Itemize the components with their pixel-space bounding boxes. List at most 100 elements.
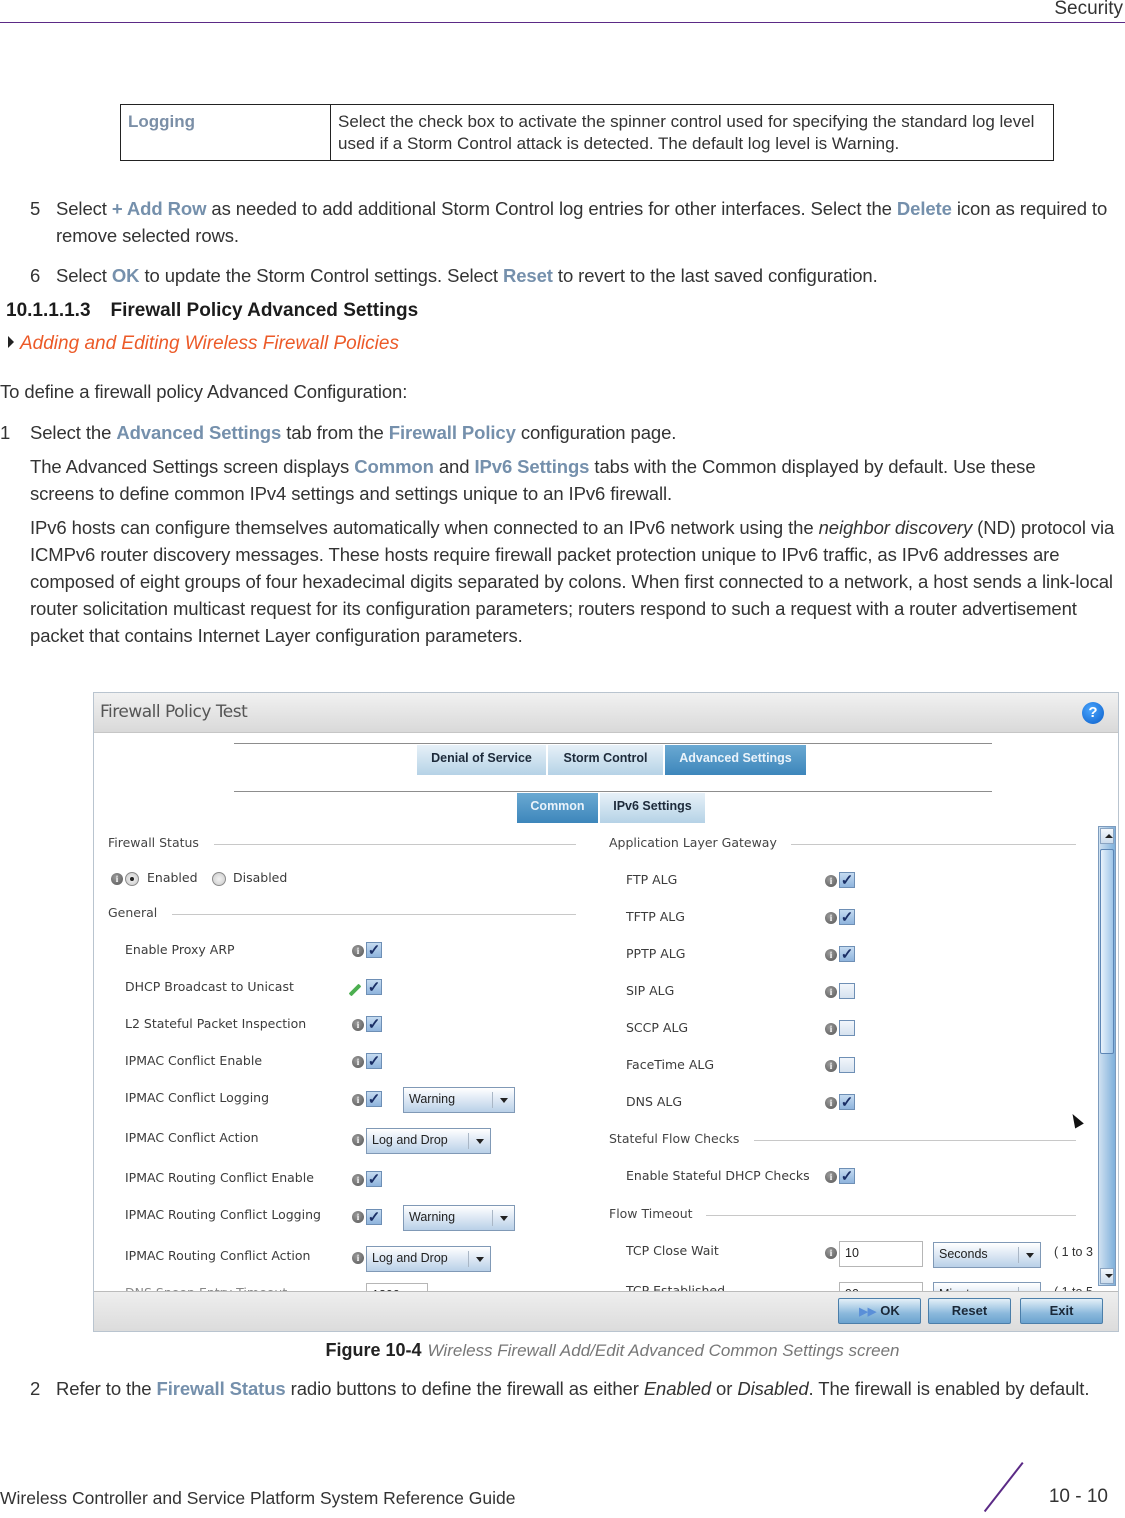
general-row-label: IPMAC Conflict Logging [125, 1090, 270, 1105]
tab-ipv6-settings[interactable]: IPv6 Settings [600, 793, 706, 823]
info-icon[interactable]: i [352, 945, 364, 957]
flow-timeout-legend: Flow Timeout [609, 1206, 693, 1221]
general-row-label: L2 Stateful Packet Inspection [125, 1016, 307, 1031]
general-row-label: DHCP Broadcast to Unicast [125, 979, 294, 994]
tab-denial-of-service[interactable]: Denial of Service [417, 745, 547, 775]
info-icon[interactable]: i [352, 1019, 364, 1031]
tcp-close-wait-unit-select[interactable]: Seconds [933, 1242, 1041, 1268]
radio-enabled-label: Enabled [147, 870, 198, 885]
info-icon[interactable]: i [825, 1171, 837, 1183]
figure-caption: Figure 10-4 Wireless Firewall Add/Edit Ad… [0, 1340, 1125, 1361]
radio-disabled[interactable] [212, 872, 226, 886]
delete-keyword: Delete [896, 198, 952, 219]
legend-rule [214, 844, 576, 845]
stateful-row-label: Enable Stateful DHCP Checks [626, 1168, 810, 1183]
range-hint: ( 1 to 3 [1054, 1245, 1093, 1259]
ipmac-conflict-logging-select[interactable]: Warning [403, 1087, 515, 1113]
tab-storm-control[interactable]: Storm Control [548, 745, 664, 775]
step-6-text: Select OK to update the Storm Control se… [56, 265, 878, 286]
info-icon[interactable]: i [825, 949, 837, 961]
reset-keyword: Reset [502, 265, 553, 286]
figure-caption-text: Wireless Firewall Add/Edit Advanced Comm… [427, 1341, 900, 1360]
info-icon[interactable]: i [352, 1211, 364, 1223]
tab-advanced-settings[interactable]: Advanced Settings [665, 745, 807, 775]
ok-arrow-icon: ▶▶ [859, 1306, 877, 1318]
info-icon[interactable]: i [825, 986, 837, 998]
breadcrumb-link[interactable]: Adding and Editing Wireless Firewall Pol… [20, 333, 399, 354]
info-icon[interactable]: i [352, 1056, 364, 1068]
add-row-keyword: + Add Row [111, 198, 207, 219]
l2-stateful-checkbox[interactable]: ✓ [366, 1016, 382, 1032]
step-1-para-2: IPv6 hosts can configure themselves auto… [30, 517, 1115, 646]
stateful-dhcp-checkbox[interactable]: ✓ [839, 1168, 855, 1184]
facetime-alg-checkbox[interactable] [839, 1057, 855, 1073]
scrollbar-thumb[interactable] [1100, 849, 1114, 1054]
ipmac-routing-conflict-logging-checkbox[interactable]: ✓ [366, 1209, 382, 1225]
dialog-button-bar: ▶▶ OK Reset Exit [94, 1291, 1118, 1331]
ipmac-routing-conflict-action-select[interactable]: Log and Drop [366, 1246, 491, 1272]
pencil-icon[interactable] [348, 983, 362, 997]
subtab-divider [234, 791, 992, 792]
dns-alg-checkbox[interactable]: ✓ [839, 1094, 855, 1110]
section-number: 10.1.1.1.3 [6, 300, 91, 321]
tab-divider [234, 743, 992, 744]
legend-rule [172, 914, 576, 915]
enable-proxy-arp-checkbox[interactable]: ✓ [366, 942, 382, 958]
chevron-down-icon [492, 1092, 514, 1108]
info-icon[interactable]: i [352, 1134, 364, 1146]
tftp-alg-checkbox[interactable]: ✓ [839, 909, 855, 925]
info-icon[interactable]: i [825, 875, 837, 887]
info-icon[interactable]: i [825, 1023, 837, 1035]
scroll-down-icon[interactable] [1100, 1268, 1114, 1284]
info-icon[interactable]: i [825, 1247, 837, 1259]
tab-common[interactable]: Common [517, 793, 599, 823]
ipmac-routing-conflict-enable-checkbox[interactable]: ✓ [366, 1171, 382, 1187]
definition-table: Logging Select the check box to activate… [120, 104, 1054, 161]
tcp-close-wait-input[interactable]: 10 [839, 1241, 923, 1267]
info-icon[interactable]: i [352, 1094, 364, 1106]
step-2-text: Refer to the Firewall Status radio butto… [56, 1378, 1090, 1399]
page-number: 10 - 10 [1048, 1486, 1108, 1507]
flow-row-label: TCP Close Wait [626, 1243, 719, 1258]
ok-keyword: OK [111, 265, 140, 286]
general-row-label: IPMAC Routing Conflict Logging [125, 1207, 321, 1222]
ipmac-conflict-action-select[interactable]: Log and Drop [366, 1128, 491, 1154]
info-icon[interactable]: i [111, 873, 123, 885]
intro-text: To define a firewall policy Advanced Con… [0, 381, 408, 402]
radio-enabled[interactable] [125, 872, 139, 886]
reset-button[interactable]: Reset [928, 1298, 1011, 1324]
info-icon[interactable]: i [352, 1252, 364, 1264]
step-number: 6 [30, 265, 41, 286]
step-1-text: Select the Advanced Settings tab from th… [30, 422, 677, 443]
step-number: 1 [0, 422, 11, 443]
vertical-scrollbar[interactable] [1098, 826, 1116, 1286]
dhcp-broadcast-checkbox[interactable]: ✓ [366, 979, 382, 995]
exit-button[interactable]: Exit [1020, 1298, 1103, 1324]
sccp-alg-checkbox[interactable] [839, 1020, 855, 1036]
ipmac-conflict-logging-checkbox[interactable]: ✓ [366, 1091, 382, 1107]
general-row-label: IPMAC Routing Conflict Enable [125, 1170, 314, 1185]
pptp-alg-checkbox[interactable]: ✓ [839, 946, 855, 962]
general-row-label: Enable Proxy ARP [125, 942, 235, 957]
term-cell: Logging [120, 104, 331, 161]
firewall-policy-keyword: Firewall Policy [388, 422, 516, 443]
firewall-status-legend: Firewall Status [108, 835, 199, 850]
ftp-alg-checkbox[interactable]: ✓ [839, 872, 855, 888]
breadcrumb[interactable]: Adding and Editing Wireless Firewall Pol… [8, 333, 399, 355]
ok-button[interactable]: ▶▶ OK [838, 1298, 921, 1324]
info-icon[interactable]: i [825, 1097, 837, 1109]
alg-row-label: DNS ALG [626, 1094, 683, 1109]
help-icon[interactable]: ? [1082, 702, 1104, 724]
chevron-down-icon [468, 1251, 490, 1267]
ipmac-routing-conflict-logging-select[interactable]: Warning [403, 1205, 515, 1231]
sip-alg-checkbox[interactable] [839, 983, 855, 999]
legend-rule [754, 1140, 1076, 1141]
scroll-up-icon[interactable] [1100, 828, 1114, 844]
info-icon[interactable]: i [825, 1060, 837, 1072]
info-icon[interactable]: i [825, 912, 837, 924]
ipmac-conflict-enable-checkbox[interactable]: ✓ [366, 1053, 382, 1069]
chevron-down-icon [492, 1210, 514, 1226]
info-icon[interactable]: i [352, 1174, 364, 1186]
footer-guide-title: Wireless Controller and Service Platform… [0, 1488, 516, 1508]
alg-row-label: FTP ALG [626, 872, 678, 887]
